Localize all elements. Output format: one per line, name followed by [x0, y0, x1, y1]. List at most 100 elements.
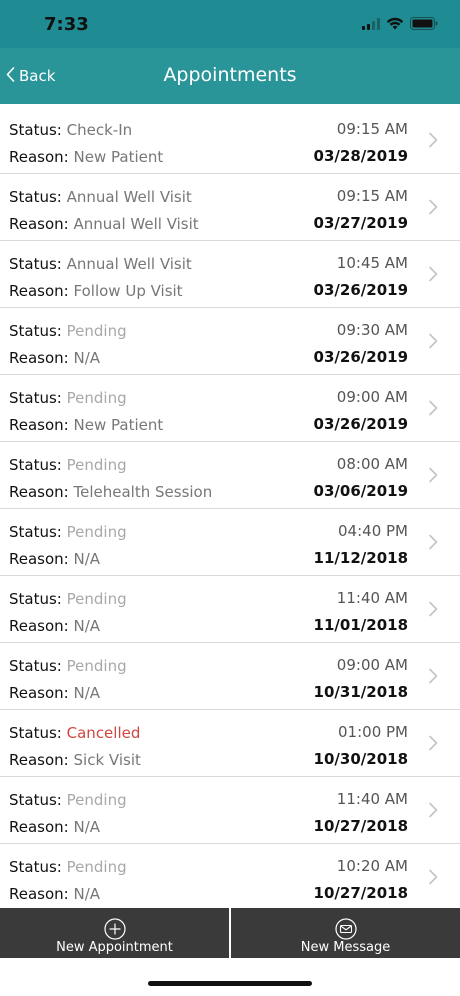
reason-value: N/A — [73, 684, 101, 702]
reason-line: Reason: Follow Up Visit — [9, 282, 183, 300]
appointment-date: 10/30/2018 — [313, 750, 408, 768]
appointment-time: 10:45 AM — [336, 254, 408, 272]
nav-bar: Back Appointments — [0, 48, 460, 104]
reason-value: N/A — [73, 617, 101, 635]
reason-label: Reason: — [9, 483, 69, 501]
status-label: Status: — [9, 724, 62, 742]
reason-line: Reason: Sick Visit — [9, 751, 141, 769]
reason-value: N/A — [73, 818, 101, 836]
reason-value: N/A — [73, 349, 101, 367]
appointment-time: 10:20 AM — [336, 857, 408, 875]
home-indicator — [148, 981, 312, 986]
status-label: Status: — [9, 791, 62, 809]
status-label: Status: — [9, 188, 62, 206]
chevron-right-icon — [428, 467, 438, 487]
status-line: Status: Pending — [9, 456, 127, 474]
appointment-date: 10/27/2018 — [313, 817, 408, 835]
status-time: 7:33 — [44, 14, 89, 35]
appointment-time: 09:30 AM — [336, 321, 408, 339]
reason-value: Telehealth Session — [73, 483, 213, 501]
appointment-list[interactable]: Status: Check-In Reason: New Patient 09:15… — [0, 107, 460, 908]
new-appointment-button[interactable]: New Appointment — [0, 908, 229, 958]
reason-line: Reason: N/A — [9, 550, 100, 568]
reason-line: Reason: New Patient — [9, 416, 163, 434]
status-label: Status: — [9, 255, 62, 273]
appointment-row[interactable]: Status: Annual Well Visit Reason: Follow … — [0, 241, 460, 308]
appointment-time: 04:40 PM — [338, 522, 408, 540]
reason-line: Reason: N/A — [9, 617, 100, 635]
status-line: Status: Pending — [9, 322, 127, 340]
appointment-row[interactable]: Status: Pending Reason: N/A 11:40 AM 10/27/… — [0, 777, 460, 844]
appointment-time: 09:00 AM — [336, 656, 408, 674]
reason-value: New Patient — [73, 416, 164, 434]
new-message-label: New Message — [300, 940, 391, 955]
appointment-time: 09:00 AM — [336, 388, 408, 406]
appointment-date: 10/27/2018 — [313, 884, 408, 902]
appointment-row[interactable]: Status: Pending Reason: Telehealth Sessio… — [0, 442, 460, 509]
reason-label: Reason: — [9, 751, 69, 769]
reason-label: Reason: — [9, 148, 69, 166]
reason-line: Reason: New Patient — [9, 148, 163, 166]
appointment-time: 09:15 AM — [336, 120, 408, 138]
appointment-row[interactable]: Status: Pending Reason: N/A 09:30 AM 03/26/… — [0, 308, 460, 375]
status-indicators — [356, 15, 438, 33]
screen: 7:33 Back Appointments Status: Check-In … — [0, 0, 460, 996]
status-label: Status: — [9, 858, 62, 876]
status-line: Status: Pending — [9, 858, 127, 876]
reason-line: Reason: Annual Well Visit — [9, 215, 199, 233]
reason-value: Annual Well Visit — [73, 215, 199, 233]
appointment-time: 11:40 AM — [336, 790, 408, 808]
new-appointment-label: New Appointment — [56, 940, 173, 955]
status-value: Check-In — [66, 121, 133, 139]
appointment-date: 03/06/2019 — [313, 482, 408, 500]
appointment-row[interactable]: Status: Pending Reason: New Patient 09:00 … — [0, 375, 460, 442]
reason-value: N/A — [73, 550, 101, 568]
reason-label: Reason: — [9, 416, 69, 434]
status-label: Status: — [9, 657, 62, 675]
reason-label: Reason: — [9, 818, 69, 836]
status-line: Status: Pending — [9, 791, 127, 809]
status-line: Status: Annual Well Visit — [9, 188, 192, 206]
status-line: Status: Pending — [9, 389, 127, 407]
reason-label: Reason: — [9, 617, 69, 635]
reason-line: Reason: N/A — [9, 885, 100, 903]
appointment-date: 03/26/2019 — [313, 415, 408, 433]
tab-bar: New Appointment New Message — [0, 908, 460, 958]
chevron-right-icon — [428, 132, 438, 152]
chevron-right-icon — [428, 199, 438, 219]
appointment-row[interactable]: Status: Cancelled Reason: Sick Visit 01:00… — [0, 710, 460, 777]
appointment-row[interactable]: Status: Annual Well Visit Reason: Annual … — [0, 174, 460, 241]
appointment-row[interactable]: Status: Check-In Reason: New Patient 09:15… — [0, 107, 460, 174]
appointment-date: 11/01/2018 — [313, 616, 408, 634]
reason-value: Sick Visit — [73, 751, 141, 769]
status-value: Pending — [66, 456, 127, 474]
status-line: Status: Pending — [9, 657, 127, 675]
appointment-date: 03/27/2019 — [313, 214, 408, 232]
appointment-row[interactable]: Status: Pending Reason: N/A 11:40 AM 11/01/… — [0, 576, 460, 643]
appointment-date: 03/26/2019 — [313, 348, 408, 366]
status-value: Pending — [66, 322, 127, 340]
status-line: Status: Cancelled — [9, 724, 140, 742]
status-value: Pending — [66, 657, 127, 675]
reason-line: Reason: N/A — [9, 349, 100, 367]
reason-value: New Patient — [73, 148, 164, 166]
appointment-row[interactable]: Status: Pending Reason: N/A 09:00 AM 10/31/… — [0, 643, 460, 710]
appointment-time: 09:15 AM — [336, 187, 408, 205]
chevron-right-icon — [428, 266, 438, 286]
reason-label: Reason: — [9, 550, 69, 568]
reason-label: Reason: — [9, 282, 69, 300]
status-label: Status: — [9, 523, 62, 541]
reason-label: Reason: — [9, 885, 69, 903]
appointment-row[interactable]: Status: Pending Reason: N/A 04:40 PM 11/12/… — [0, 509, 460, 576]
appointment-time: 11:40 AM — [336, 589, 408, 607]
chevron-right-icon — [428, 802, 438, 822]
appointment-row[interactable]: Status: Pending Reason: N/A 10:20 AM 10/27/… — [0, 844, 460, 908]
appointment-time: 01:00 PM — [338, 723, 408, 741]
appointment-date: 03/28/2019 — [313, 147, 408, 165]
chevron-right-icon — [428, 668, 438, 688]
status-line: Status: Pending — [9, 523, 127, 541]
reason-value: N/A — [73, 885, 101, 903]
new-message-button[interactable]: New Message — [229, 908, 460, 958]
status-value: Annual Well Visit — [66, 255, 192, 273]
status-label: Status: — [9, 322, 62, 340]
